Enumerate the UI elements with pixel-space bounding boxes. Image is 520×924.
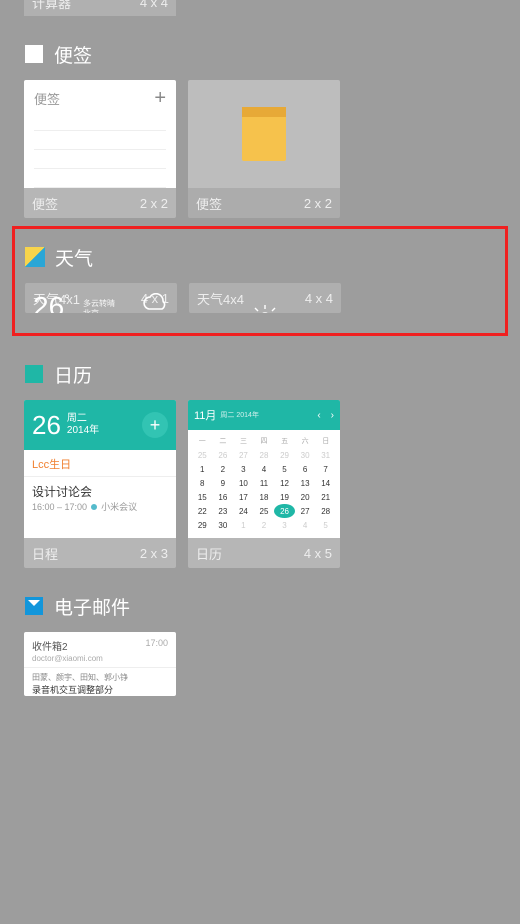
calculator-name: 计算器 — [32, 0, 71, 12]
schedule-preview: 26 周二 2014年 + Lcc生日 设计讨论会 16:00 – 17:00 … — [24, 400, 176, 538]
sun-icon — [250, 303, 280, 313]
weather-city: 北京 — [83, 309, 99, 313]
calculator-widget[interactable]: 计算器 4 x 4 — [24, 0, 176, 16]
weather-widget-4x4[interactable]: 晴 空气良好 朝阳区 北京 8.26 26° 周日☁32°/19° 周一☁32°… — [189, 283, 341, 313]
event-dot-icon — [91, 504, 97, 510]
widget-size: 2 x 2 — [304, 196, 332, 211]
notes-section-icon — [24, 44, 44, 64]
add-icon: + — [154, 88, 166, 108]
section-header-email: 电子邮件 — [24, 588, 496, 624]
weather-section-highlighted: 天气 26° 多云转晴 北京 天气4x1 4 x 1 — [12, 226, 508, 336]
event-room: 小米会议 — [101, 500, 137, 513]
section-header-notes: 便签 — [24, 36, 496, 72]
chevron-left-icon: ‹ — [317, 410, 320, 421]
weather-section-icon — [25, 247, 45, 267]
schedule-day-num: 26 — [32, 410, 61, 441]
schedule-day-week: 周二 — [67, 413, 87, 424]
email-from: doctor@xiaomi.com — [32, 654, 168, 663]
schedule-day-year: 2014年 — [67, 425, 99, 436]
email-widget[interactable]: 收件箱2 17:00 doctor@xiaomi.com 田蒙、颜宇、田知、郭小… — [24, 632, 176, 696]
section-title-notes: 便签 — [54, 41, 92, 68]
calculator-size: 4 x 4 — [140, 0, 168, 10]
calendar-section-icon — [24, 364, 44, 384]
widget-size: 2 x 2 — [140, 196, 168, 211]
email-time: 17:00 — [145, 638, 168, 653]
notes-widget-1[interactable]: 便签 + 便签 2 x 2 — [24, 80, 176, 218]
calendar-preview: 11月 周二 2014年 ‹› 一二三四五六日 2526272829303112… — [188, 400, 340, 538]
event-time: 16:00 – 17:00 — [32, 502, 87, 512]
widget-size: 4 x 4 — [305, 291, 333, 306]
notes-widget-2[interactable]: 便签 2 x 2 — [188, 80, 340, 218]
section-header-weather: 天气 — [25, 239, 495, 275]
cloud-icon — [141, 293, 169, 313]
email-box: 收件箱2 — [32, 638, 68, 653]
event-title: 设计讨论会 — [32, 483, 168, 500]
widget-name: 日历 — [196, 544, 222, 563]
weather-widget-4x1[interactable]: 26° 多云转晴 北京 天气4x1 4 x 1 — [25, 283, 177, 313]
email-section-icon — [24, 596, 44, 616]
widget-size: 2 x 3 — [140, 546, 168, 561]
chevron-right-icon: › — [331, 410, 334, 421]
calendar-month-sub: 周二 2014年 — [220, 410, 259, 420]
email-subject: 录音机交互调整部分 — [32, 683, 168, 696]
section-title-email: 电子邮件 — [54, 593, 130, 620]
email-names: 田蒙、颜宇、田知、郭小铮 — [32, 672, 168, 683]
widget-name: 便签 — [196, 194, 222, 213]
calendar-widget[interactable]: 11月 周二 2014年 ‹› 一二三四五六日 2526272829303112… — [188, 400, 340, 568]
schedule-widget[interactable]: 26 周二 2014年 + Lcc生日 设计讨论会 16:00 – 17:00 … — [24, 400, 176, 568]
event-birthday: Lcc生日 — [24, 450, 176, 477]
widget-size: 4 x 5 — [304, 546, 332, 561]
weather-cond: 多云转晴 — [83, 299, 115, 308]
notes-header-label: 便签 — [34, 89, 60, 108]
notes-preview-2 — [188, 80, 340, 188]
widget-name: 便签 — [32, 194, 58, 213]
widget-name: 天气4x4 — [197, 289, 244, 308]
calendar-month: 11月 — [194, 407, 216, 423]
section-header-calendar: 日历 — [24, 356, 496, 392]
add-event-icon: + — [142, 412, 168, 438]
section-title-calendar: 日历 — [54, 361, 92, 388]
notes-preview-1: 便签 + — [24, 80, 176, 188]
weather-temp: 26 — [33, 291, 64, 313]
section-title-weather: 天气 — [55, 244, 93, 271]
notepad-icon — [242, 107, 286, 161]
widget-name: 日程 — [32, 544, 58, 563]
